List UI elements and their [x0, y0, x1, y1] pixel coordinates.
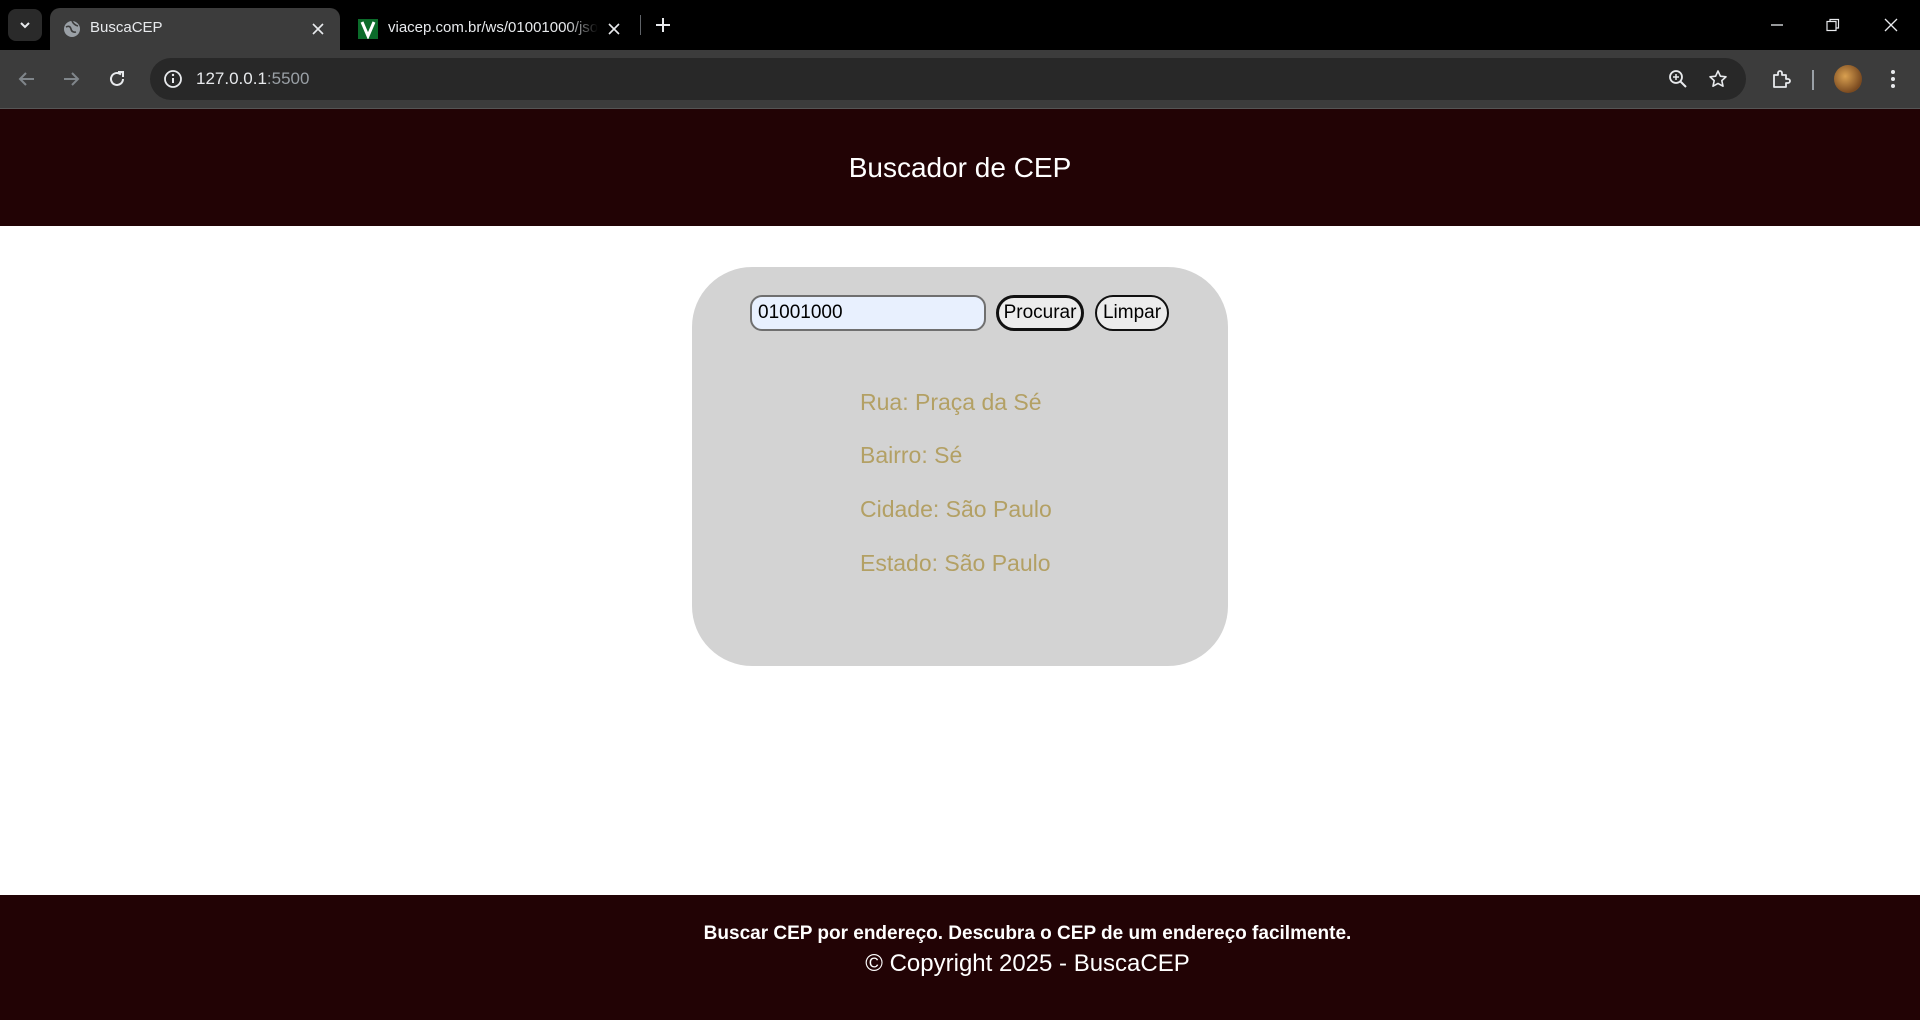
forward-button[interactable]: [56, 64, 86, 94]
result-state: Estado: São Paulo: [860, 550, 1051, 576]
chevron-down-icon: [20, 22, 30, 29]
tab-viacep[interactable]: viacep.com.br/ws/01001000/json/: [346, 8, 636, 50]
browser-toolbar: 127.0.0.1:5500: [0, 50, 1920, 109]
arrow-left-icon: [18, 72, 34, 86]
page-title: Buscador de CEP: [848, 151, 1072, 183]
site-info-icon[interactable]: [160, 66, 186, 92]
restore-button[interactable]: [1818, 12, 1848, 38]
close-window-button[interactable]: [1876, 12, 1906, 38]
cep-input[interactable]: [750, 295, 986, 331]
menu-button[interactable]: [1878, 64, 1908, 94]
more-vert-icon: [1891, 70, 1895, 88]
reload-icon: [110, 71, 124, 86]
search-card: Procurar Limpar Rua: Praça da Sé Bairro:…: [692, 267, 1228, 666]
footer-tagline: Buscar CEP por endereço. Descubra o CEP …: [703, 923, 1352, 944]
tab-search-button[interactable]: [8, 9, 42, 41]
back-button[interactable]: [12, 64, 42, 94]
reload-button[interactable]: [102, 64, 132, 94]
search-button[interactable]: Procurar: [996, 295, 1084, 331]
tab-divider: [640, 15, 641, 35]
result-city: Cidade: São Paulo: [860, 496, 1052, 522]
viacep-v-icon: [358, 19, 378, 39]
tab-buscacep[interactable]: BuscaCEP: [50, 8, 340, 50]
clear-button[interactable]: Limpar: [1095, 295, 1169, 331]
minimize-icon: [1771, 24, 1783, 26]
bookmark-star-icon[interactable]: [1705, 66, 1731, 92]
result-neighborhood: Bairro: Sé: [860, 442, 963, 468]
toolbar-divider: [1812, 70, 1814, 90]
arrow-right-icon: [64, 72, 80, 86]
site-header: Buscador de CEP: [0, 109, 1920, 226]
tab-title: BuscaCEP: [90, 19, 163, 36]
site-footer: Buscar CEP por endereço. Descubra o CEP …: [0, 895, 1920, 1020]
profile-avatar[interactable]: [1834, 65, 1862, 93]
result-street: Rua: Praça da Sé: [860, 389, 1042, 415]
new-tab-button[interactable]: [650, 12, 676, 38]
close-icon: [1884, 18, 1898, 32]
zoom-icon[interactable]: [1665, 66, 1691, 92]
restore-icon: [1826, 18, 1840, 32]
footer-copyright: © Copyright 2025 - BuscaCEP: [865, 950, 1190, 977]
minimize-button[interactable]: [1762, 12, 1792, 38]
close-tab-icon[interactable]: [604, 19, 624, 39]
tab-title: viacep.com.br/ws/01001000/json/: [388, 19, 598, 36]
url-host: 127.0.0.1: [196, 69, 267, 88]
address-bar[interactable]: 127.0.0.1:5500: [150, 58, 1746, 100]
tab-strip: BuscaCEP viacep.com.br/ws/01001000/json/: [0, 0, 1920, 50]
extensions-button[interactable]: [1766, 64, 1796, 94]
url-port: :5500: [266, 69, 310, 88]
plus-icon: [656, 18, 670, 32]
url-text: 127.0.0.1:5500: [196, 69, 309, 89]
globe-icon: [64, 20, 80, 37]
puzzle-icon: [1773, 70, 1791, 88]
close-tab-icon[interactable]: [308, 19, 328, 39]
